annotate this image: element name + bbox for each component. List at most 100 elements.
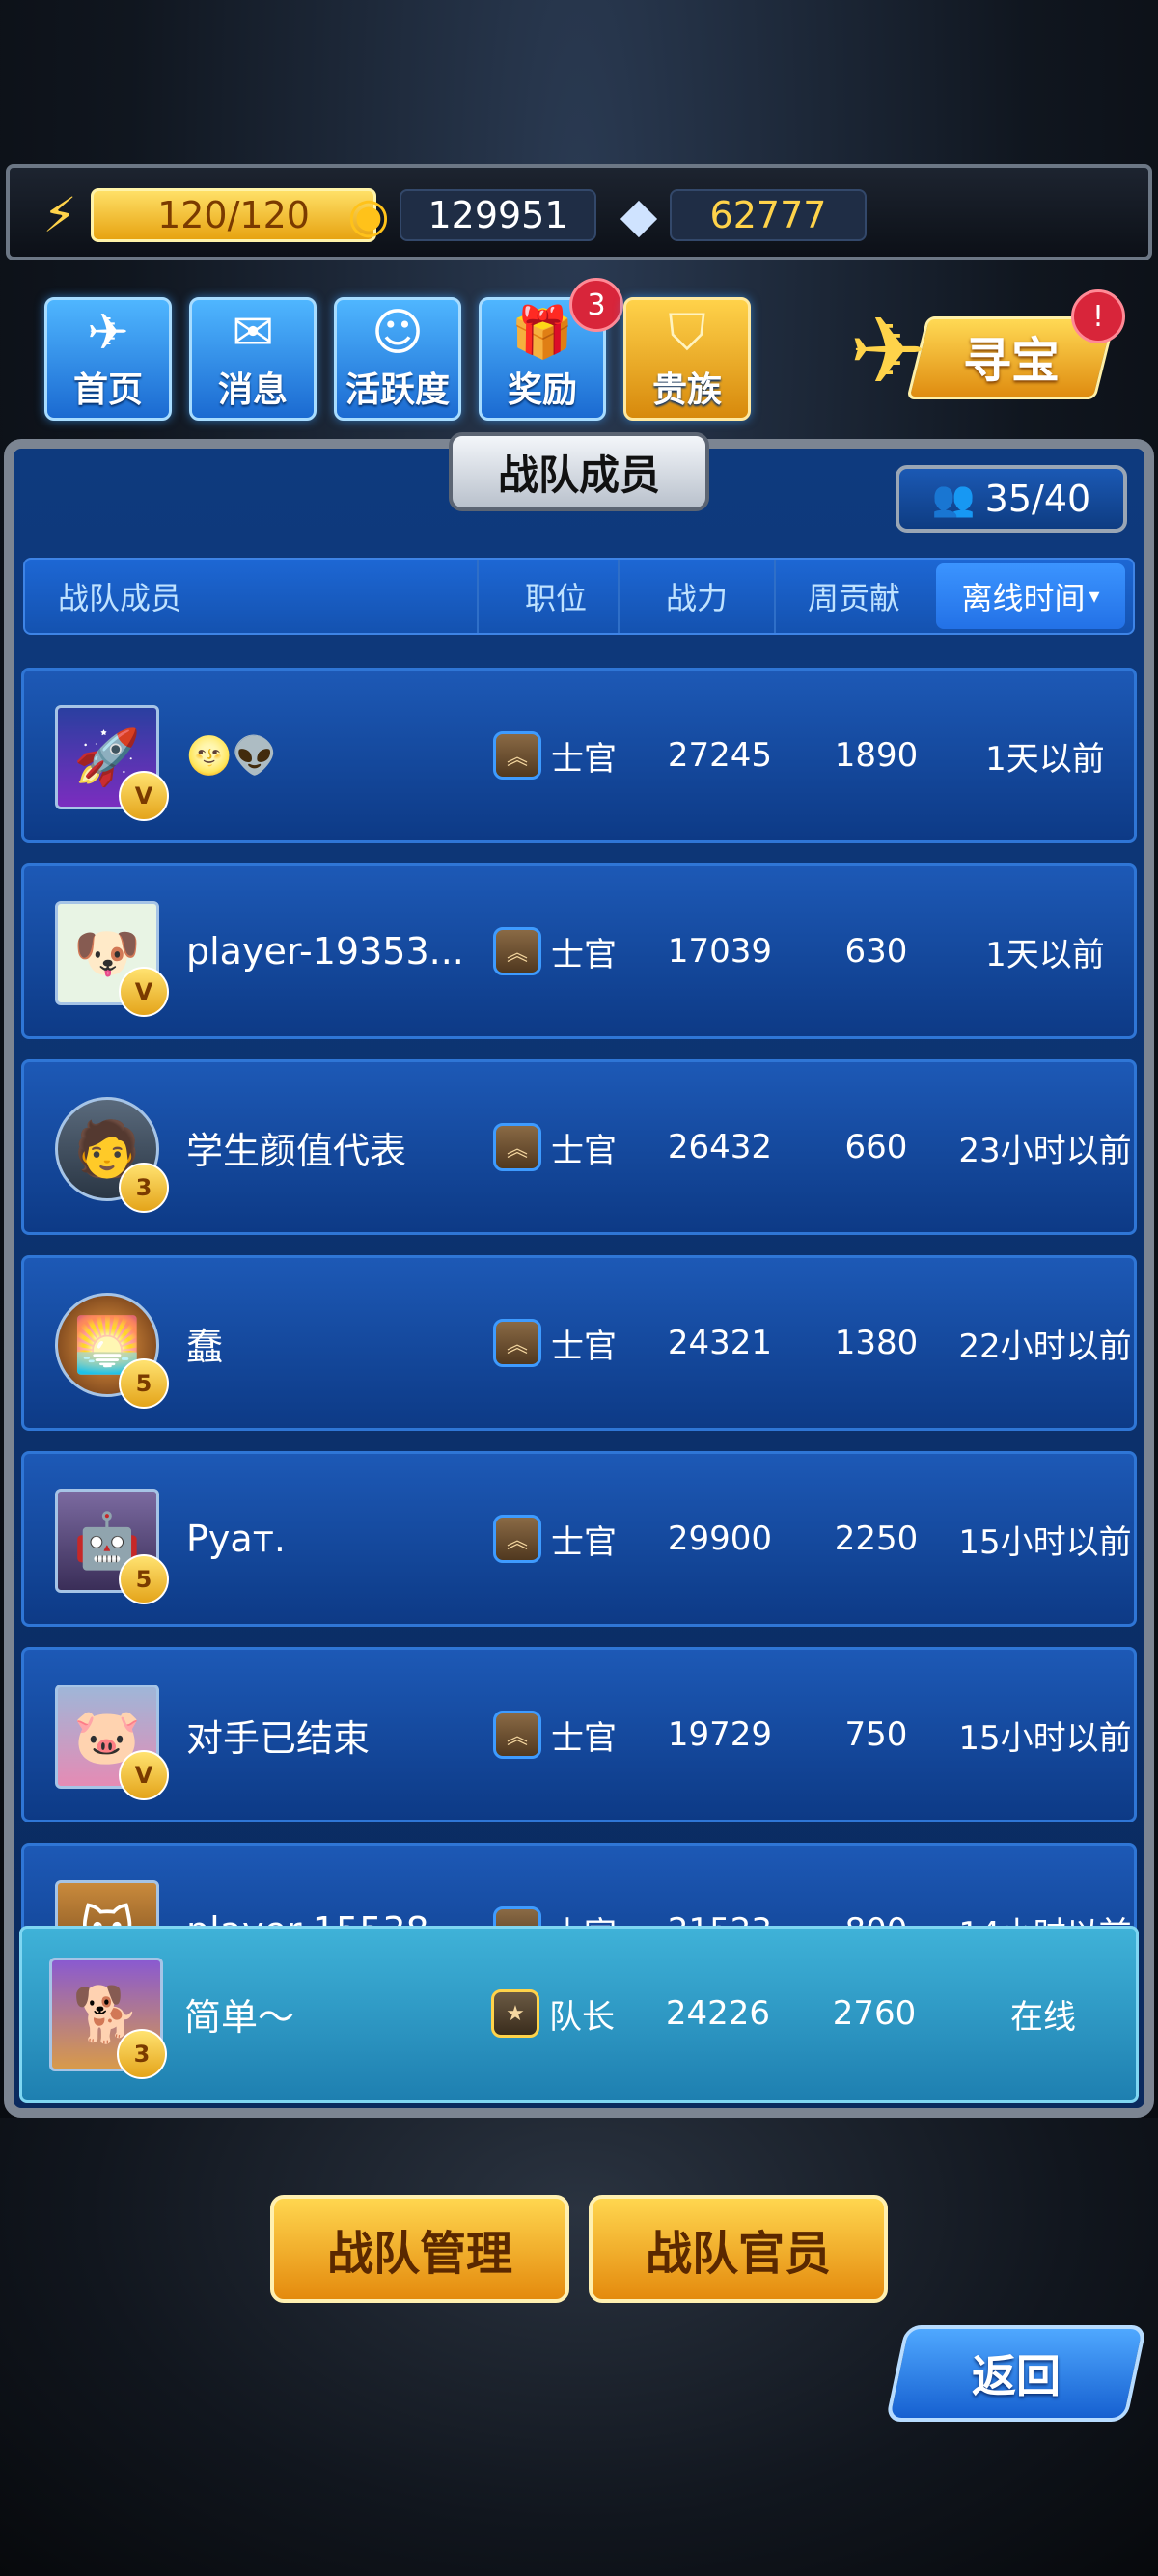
gold-jet-icon: ✈ <box>849 297 927 405</box>
self-member-row[interactable]: 🐕 3 简单～ ★ 队长 24226 2760 在线 <box>19 1926 1139 2103</box>
nav-noble-button[interactable]: ⛉ 贵族 <box>623 297 751 421</box>
member-name: 🌝👽 <box>186 733 278 777</box>
member-position: ★ 队长 <box>491 1929 646 2098</box>
member-name: 蠢 <box>186 1325 224 1368</box>
member-name: 简单～ <box>184 1995 295 2039</box>
treasure-label: 寻宝 <box>963 333 1060 389</box>
captain-star-icon: ★ <box>491 1989 539 2038</box>
coin-value: 129951 <box>400 189 596 241</box>
resource-bar: ⚡ 120/120 ◉ 129951 ◆ 62777 <box>6 164 1152 260</box>
member-position: ︽士官 <box>493 671 648 840</box>
lightning-icon: ⚡ <box>42 187 77 243</box>
member-offline: 15小时以前 <box>958 1718 1132 1758</box>
rewards-badge: 3 <box>569 278 623 332</box>
gift-icon: 🎁 <box>510 304 574 362</box>
sergeant-icon: ︽ <box>493 1515 541 1563</box>
nav-rewards-label: 奖励 <box>507 370 577 410</box>
position-label: 士官 <box>551 1522 617 1562</box>
member-offline: 23小时以前 <box>958 1131 1132 1170</box>
nav-activity-button[interactable]: ☺ 活跃度 <box>334 297 461 421</box>
v-shield-icon: ⛉ <box>668 304 706 362</box>
sergeant-icon: ︽ <box>493 1319 541 1367</box>
rank-badge: 3 <box>117 2029 167 2079</box>
member-row[interactable]: 🤖 5 Руат. ︽ 士官 29900 2250 15小时以前 <box>21 1451 1137 1627</box>
nav-noble-label: 贵族 <box>651 370 722 410</box>
coin-icon: ◉ <box>347 187 390 243</box>
member-row[interactable]: 🌅 5 蠢 ︽ 士官 24321 1380 22小时以前 <box>21 1255 1137 1431</box>
nav-messages-label: 消息 <box>217 370 288 410</box>
diamond-icon: ◆ <box>620 187 658 243</box>
member-power: 19729 <box>667 1715 773 1754</box>
mail-icon: ✉ <box>232 304 274 362</box>
member-contribution: 1380 <box>834 1324 919 1362</box>
member-contribution: 2760 <box>832 1994 917 2033</box>
sergeant-icon: ︽ <box>493 1711 541 1759</box>
member-row[interactable]: 🐷 V 对手已结束 ︽ 士官 19729 750 15小时以前 <box>21 1647 1137 1822</box>
members-icon: 👥 <box>931 480 976 519</box>
energy-resource[interactable]: ⚡ 120/120 <box>29 187 376 243</box>
team-officers-button[interactable]: 战队官员 <box>589 2195 888 2303</box>
member-offline: 在线 <box>1010 1997 1076 2037</box>
rank-badge: V <box>119 1750 169 1800</box>
gem-resource[interactable]: ◆ 62777 <box>608 187 867 243</box>
member-contribution: 2250 <box>834 1520 919 1558</box>
rank-badge: V <box>119 967 169 1017</box>
position-label: 士官 <box>551 739 617 779</box>
position-label: 士官 <box>551 1131 617 1170</box>
caret-down-icon: ▾ <box>1089 584 1100 609</box>
team-manage-button[interactable]: 战队管理 <box>270 2195 569 2303</box>
member-power: 24321 <box>667 1324 773 1362</box>
sergeant-icon: ︽ <box>493 1123 541 1171</box>
header-members[interactable]: 战队成员 <box>58 560 270 633</box>
member-position: ︽ 士官 <box>493 866 648 1036</box>
nav-messages-button[interactable]: ✉ 消息 <box>189 297 317 421</box>
table-header: 战队成员 职位 战力 周贡献 离线时间 ▾ <box>23 558 1135 635</box>
member-power: 29900 <box>667 1520 773 1558</box>
header-power[interactable]: 战力 <box>618 560 774 633</box>
member-power: 27245 <box>667 736 773 775</box>
member-name: 学生颜值代表 <box>186 1129 407 1172</box>
member-position: ︽士官 <box>493 1650 648 1820</box>
member-row[interactable]: 🚀 V 🌝👽 ︽ 士官 27245 1890 1天以前 <box>21 668 1137 843</box>
gem-value: 62777 <box>670 189 867 241</box>
rank-badge: V <box>119 771 169 821</box>
member-offline: 15小时以前 <box>958 1522 1132 1562</box>
member-contribution: 630 <box>844 932 908 971</box>
position-label: 士官 <box>551 935 617 974</box>
member-position: ︽士官 <box>493 1258 648 1428</box>
member-offline: 1天以前 <box>985 935 1105 974</box>
member-row[interactable]: 🐶 V player-19353... ︽ 士官 17039 630 1天以前 <box>21 863 1137 1039</box>
member-contribution: 660 <box>844 1128 908 1166</box>
nav-home-label: 首页 <box>72 370 143 410</box>
member-position: ︽ 士官 <box>493 1062 648 1232</box>
sergeant-icon: ︽ <box>493 927 541 975</box>
coin-resource[interactable]: ◉ 129951 <box>338 187 596 243</box>
nav-activity-label: 活跃度 <box>345 370 450 410</box>
smile-badge-icon: ☺ <box>371 304 425 362</box>
energy-value: 120/120 <box>91 188 376 242</box>
member-name: 对手已结束 <box>186 1716 371 1760</box>
rank-badge: 5 <box>119 1554 169 1604</box>
member-contribution: 750 <box>844 1715 908 1754</box>
fighter-jet-icon: ✈ <box>87 304 129 362</box>
member-count-value: 35/40 <box>984 478 1091 520</box>
treasure-hunt-button[interactable]: ✈ 寻宝 <box>849 289 1117 415</box>
header-position[interactable]: 职位 <box>477 560 633 633</box>
rank-badge: 5 <box>119 1358 169 1409</box>
header-weekly[interactable]: 周贡献 <box>774 560 932 633</box>
member-row[interactable]: 🧑 3 学生颜值代表 ︽ 士官 26432 660 23小时以前 <box>21 1059 1137 1235</box>
nav-home-button[interactable]: ✈ 首页 <box>44 297 172 421</box>
back-label: 返回 <box>972 2350 1061 2402</box>
back-button[interactable]: 返回 <box>885 2325 1147 2422</box>
member-name: Руат. <box>186 1518 286 1560</box>
header-offline-sort[interactable]: 离线时间 ▾ <box>936 563 1125 629</box>
position-label: 士官 <box>551 1718 617 1758</box>
member-name: player-19353... <box>186 930 464 973</box>
member-offline: 1天以前 <box>985 739 1105 779</box>
sergeant-icon: ︽ <box>493 731 541 780</box>
member-contribution: 1890 <box>834 736 919 775</box>
panel-title: 战队成员 <box>449 432 709 511</box>
header-offline-label: 离线时间 <box>961 580 1086 617</box>
member-position: ︽士官 <box>493 1454 648 1624</box>
member-offline: 22小时以前 <box>958 1327 1132 1366</box>
